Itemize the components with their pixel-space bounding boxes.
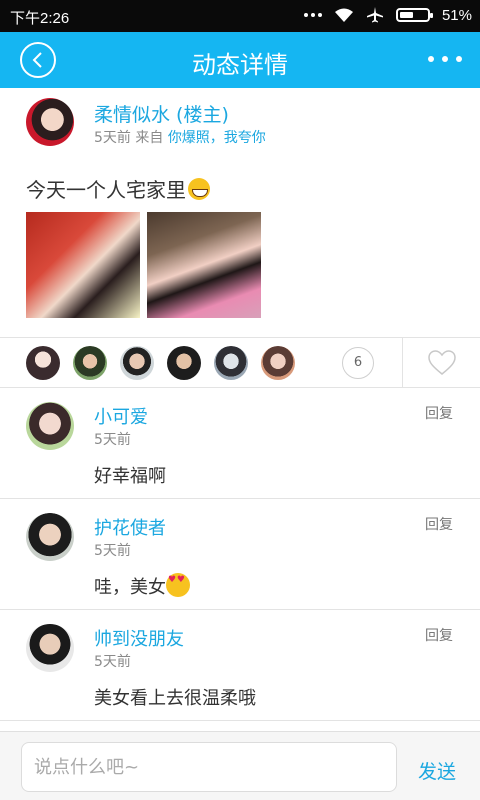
liker-avatar[interactable] xyxy=(26,346,60,380)
page-title: 动态详情 xyxy=(192,51,288,79)
comment-text: 好幸福啊 xyxy=(94,466,166,487)
post-photo-2[interactable] xyxy=(147,212,261,318)
wifi-icon xyxy=(334,8,353,22)
app-bar: 动态详情 xyxy=(0,32,480,88)
commenter-name[interactable]: 小可爱 xyxy=(94,403,148,429)
liker-avatar[interactable] xyxy=(120,346,154,380)
status-bar: 下午2:26 51% xyxy=(0,0,480,32)
status-icons: 51% xyxy=(303,6,472,24)
comment-item: 小可爱 5天前 回复 好幸福啊 xyxy=(0,388,480,499)
comment-text: 美女看上去很温柔哦 xyxy=(94,688,256,709)
comment-item: 帅到没朋友 5天前 回复 美女看上去很温柔哦 xyxy=(0,610,480,721)
battery-icon xyxy=(395,8,433,22)
likes-bar: 6 xyxy=(0,337,480,388)
comment-text: 哇，美女 xyxy=(94,577,166,598)
liker-avatar[interactable] xyxy=(214,346,248,380)
comment-time: 5天前 xyxy=(94,654,131,670)
liker-avatar[interactable] xyxy=(167,346,201,380)
poster-name[interactable]: 柔情似水 (楼主) xyxy=(94,100,229,127)
commenter-avatar[interactable] xyxy=(26,402,74,450)
like-count-badge[interactable]: 6 xyxy=(342,347,374,379)
liker-avatar[interactable] xyxy=(261,346,295,380)
reply-button[interactable]: 回复 xyxy=(425,514,453,534)
more-dots-icon xyxy=(303,13,322,17)
post-text: 今天一个人宅家里 xyxy=(26,178,186,202)
post-source-link[interactable]: 你爆照，我夸你 xyxy=(168,130,266,146)
comment-item: 护花使者 5天前 回复 哇，美女 xyxy=(0,499,480,610)
battery-percent: 51% xyxy=(441,6,472,24)
commenter-name[interactable]: 帅到没朋友 xyxy=(94,625,184,651)
comment-text-container: 哇，美女 xyxy=(94,573,190,599)
grin-emoji-icon xyxy=(188,178,210,200)
post: 柔情似水 (楼主) 5天前 来自 你爆照，我夸你 今天一个人宅家里 xyxy=(0,88,480,338)
liker-avatar[interactable] xyxy=(73,346,107,380)
commenter-name[interactable]: 护花使者 xyxy=(94,514,166,540)
more-button[interactable] xyxy=(428,56,462,62)
post-photo-1[interactable] xyxy=(26,212,140,318)
comment-composer: 发送 xyxy=(0,731,480,800)
heart-icon xyxy=(428,350,456,375)
post-meta: 5天前 来自 你爆照，我夸你 xyxy=(94,127,266,147)
reply-button[interactable]: 回复 xyxy=(425,625,453,645)
airplane-icon xyxy=(366,7,383,23)
post-text-container: 今天一个人宅家里 xyxy=(26,174,210,203)
send-button[interactable]: 发送 xyxy=(418,757,456,784)
poster-avatar[interactable] xyxy=(26,98,74,146)
comment-time: 5天前 xyxy=(94,432,131,448)
comment-input[interactable] xyxy=(21,742,397,792)
post-time: 5天前 来自 xyxy=(94,130,164,146)
status-time: 下午2:26 xyxy=(10,10,70,27)
heart-eyes-emoji-icon xyxy=(166,573,190,597)
divider xyxy=(402,338,403,388)
reply-button[interactable]: 回复 xyxy=(425,403,453,423)
commenter-avatar[interactable] xyxy=(26,513,74,561)
like-button[interactable] xyxy=(428,350,456,376)
comment-time: 5天前 xyxy=(94,543,131,559)
commenter-avatar[interactable] xyxy=(26,624,74,672)
